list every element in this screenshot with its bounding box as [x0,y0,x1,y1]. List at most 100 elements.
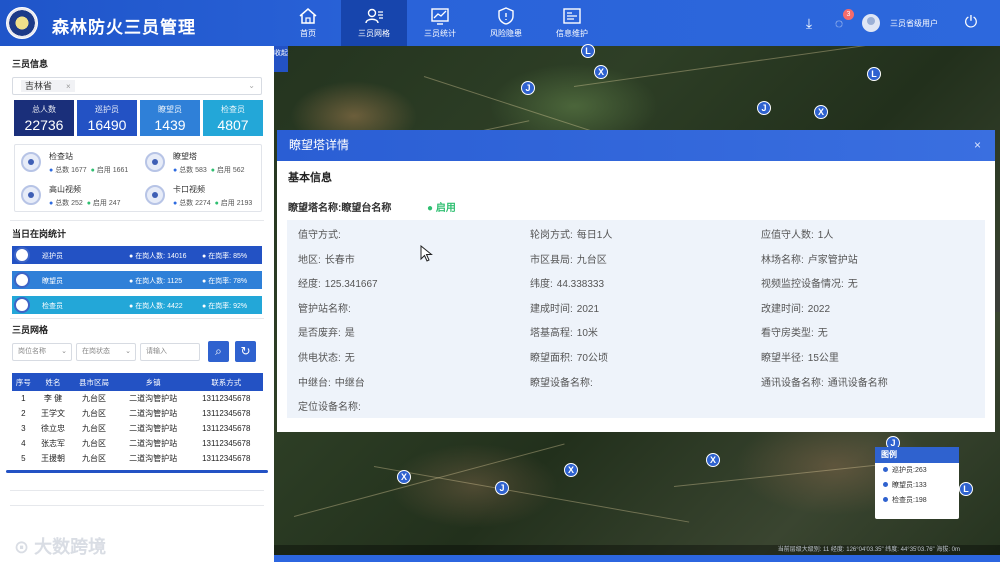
field-value: 无 [344,353,355,364]
download-icon[interactable]: ⤓ [800,14,818,32]
search-button[interactable]: ⌕ [208,341,229,362]
map-marker-j[interactable]: J [757,101,771,115]
nav-stats-label: 三员统计 [424,29,456,38]
search-icon: ⌕ [215,344,222,358]
message-icon[interactable]: ◌ 3 [830,9,854,32]
duty-name: 瞭望员 [42,278,63,285]
field-label: 轮岗方式: [530,230,573,241]
field-value: 2022 [807,303,831,315]
field-label: 纬度: [530,279,553,291]
nav-info[interactable]: 信息维护 [539,0,605,46]
facility-tower[interactable]: 瞭望塔 ● 总数 583 ● 启用 562 [139,147,261,179]
stat-value: 16490 [87,117,127,133]
field-label: 值守方式: [298,230,341,241]
map-marker-x[interactable]: X [706,453,720,467]
field-label: 视频监控设备情况: [761,279,844,291]
duty-rate-text: 在岗率: 85% [208,253,248,260]
nav-risk[interactable]: 风险隐患 [473,0,539,46]
duty-name: 检查员 [42,303,63,310]
checkpoint-icon [21,152,41,172]
col-name: 姓名 [34,373,72,391]
users-icon [365,8,383,24]
detail-field: 轮岗方式: 每日1人 [530,226,612,241]
duty-rate-text: 在岗率: 78% [208,278,248,285]
post-name-select[interactable]: 岗位名称 ⌄ [12,343,72,361]
cell: 二道沟管护站 [129,409,178,418]
duty-bar-inspector[interactable]: 检查员 ● 在岗人数: 4422 ● 在岗率: 92% [12,296,262,314]
power-icon[interactable]: ⏻ [960,12,982,34]
app-logo [6,7,38,39]
field-label: 供电状态: [298,353,341,364]
map-marker-l[interactable]: L [581,44,595,58]
refresh-button[interactable]: ↻ [235,341,256,362]
facility-enabled: 启用 1661 [96,167,129,174]
modal-header: 瞭望塔详情 × [277,130,995,161]
stat-total[interactable]: 总人数 22736 [14,100,74,136]
map-marker-j[interactable]: J [495,481,509,495]
tag-close-icon[interactable]: × [66,82,71,91]
search-input[interactable]: 请输入 [140,343,200,361]
tower-icon [145,152,165,172]
detail-field: 瞭望设备名称: [530,374,597,389]
map-marker-l[interactable]: L [867,67,881,81]
table-row[interactable]: 5 王援朝 九台区 二道沟管护站 13112345678 [12,451,263,466]
stat-label: 瞭望员 [158,105,182,114]
nav-stats[interactable]: 三员统计 [407,0,473,46]
home-icon [299,8,317,24]
legend-item-label: 检查员:198 [892,497,927,504]
map-marker-x[interactable]: X [814,105,828,119]
facility-enabled: 启用 562 [216,167,245,174]
stat-patrol[interactable]: 巡护员 16490 [77,100,137,136]
facility-mountain-video[interactable]: 高山视频 ● 总数 252 ● 启用 247 [15,180,137,212]
duty-status-select[interactable]: 在岗状态 ⌄ [76,343,136,361]
nav-grid[interactable]: 三员网格 [341,0,407,46]
region-tag: 吉林省 × [21,80,75,92]
legend-item-label: 巡护员:263 [892,467,927,474]
collapse-panel-button[interactable]: 收起 [274,46,288,72]
duty-bar-lookout[interactable]: 瞭望员 ● 在岗人数: 1125 ● 在岗率: 78% [12,271,262,289]
table-row[interactable]: 1 李 健 九台区 二道沟管护站 13112345678 [12,391,263,406]
facility-meta: ● 总数 252 ● 启用 247 [49,200,121,207]
table-scrollbar[interactable] [6,470,268,473]
close-icon[interactable]: × [974,130,981,161]
table-row[interactable]: 2 王学文 九台区 二道沟管护站 13112345678 [12,406,263,421]
map-marker-j[interactable]: J [521,81,535,95]
facility-name: 检查站 [49,152,73,161]
map-road [573,46,872,87]
map-marker-x[interactable]: X [564,463,578,477]
map-marker-l[interactable]: L [959,482,973,496]
field-label: 市区县局: [530,254,573,266]
stat-inspector[interactable]: 检查员 4807 [203,100,263,136]
field-label: 瞭望面积: [530,353,573,364]
mouse-cursor-icon [420,245,433,262]
cell: 13112345678 [202,409,251,418]
map-marker-x[interactable]: X [594,65,608,79]
legend-title: 图例 [875,447,959,463]
facility-checkpoint[interactable]: 检查站 ● 总数 1677 ● 启用 1661 [15,147,137,179]
chevron-down-icon: ⌄ [125,348,131,355]
refresh-icon: ↻ [240,344,251,358]
facility-gate-video[interactable]: 卡口视频 ● 总数 2274 ● 启用 2193 [139,180,261,212]
field-value: 九台区 [576,254,607,266]
table-row[interactable]: 4 张志军 九台区 二道沟管护站 13112345678 [12,436,263,451]
legend-item: 检查员:198 [875,493,959,508]
nav-home[interactable]: 首页 [275,0,341,46]
detail-field: 瞭望面积: 70公顷 [530,349,608,364]
region-select[interactable]: 吉林省 × ⌄ [12,77,262,95]
detail-field: 应值守人数: 1人 [761,226,833,241]
duty-rate-text: 在岗率: 92% [208,303,248,310]
detail-field: 管护站名称: [298,300,355,315]
field-label: 瞭望半径: [761,353,804,364]
avatar[interactable] [862,14,880,32]
field-value: 15公里 [807,353,839,364]
duty-bar-patrol[interactable]: 巡护员 ● 在岗人数: 14016 ● 在岗率: 85% [12,246,262,264]
table-row[interactable]: 3 徐立忠 九台区 二道沟管护站 13112345678 [12,421,263,436]
stat-lookout[interactable]: 瞭望员 1439 [140,100,200,136]
detail-field: 瞭望半径: 15公里 [761,349,839,364]
cell: 13112345678 [202,454,251,463]
legend-item: 瞭望员:133 [875,478,959,493]
map-marker-x[interactable]: X [397,470,411,484]
user-name[interactable]: 三员省级用户 [890,18,938,29]
facility-box: 检查站 ● 总数 1677 ● 启用 1661 瞭望塔 ● 总数 583 ● 启… [14,144,262,212]
cell: 二道沟管护站 [129,394,178,403]
